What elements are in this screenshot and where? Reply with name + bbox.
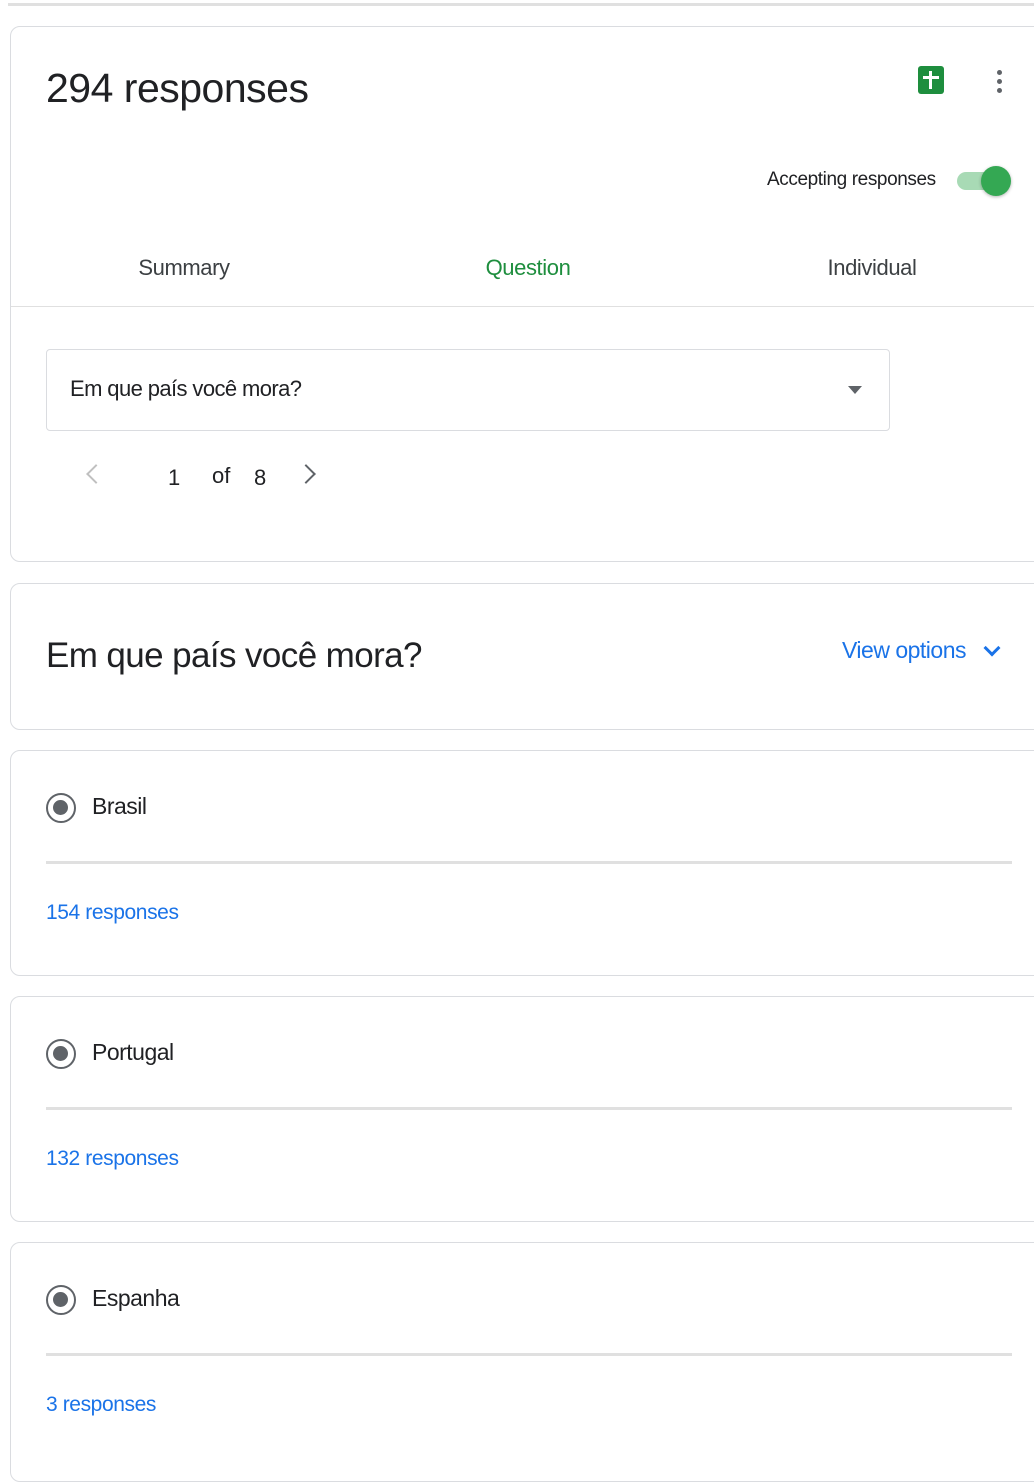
answer-response-count[interactable]: 3 responses: [46, 1393, 156, 1417]
answer-card-brasil: Brasil 154 responses: [10, 750, 1034, 976]
answer-label: Brasil: [92, 793, 147, 819]
chevron-down-icon[interactable]: [983, 639, 1001, 657]
tab-individual[interactable]: Individual: [828, 255, 917, 281]
answer-divider: [46, 1107, 1012, 1110]
pager-current: 1: [168, 465, 181, 490]
pager-total: 8: [254, 465, 267, 490]
response-tabs: Summary Question Individual: [11, 247, 1034, 307]
radio-selected-icon: [46, 793, 76, 823]
pager-of-label: of: [212, 463, 231, 488]
answer-divider: [46, 861, 1012, 864]
view-options-button[interactable]: View options: [842, 637, 967, 664]
answer-card-portugal: Portugal 132 responses: [10, 996, 1034, 1222]
question-pager: 1 of 8: [81, 457, 341, 497]
question-title-card: Em que país você mora? View options: [10, 583, 1034, 730]
answer-label: Espanha: [92, 1285, 180, 1311]
dropdown-caret-icon: [848, 386, 862, 394]
radio-selected-icon: [46, 1285, 76, 1315]
responses-header-card: 294 responses Accepting responses Summar…: [10, 26, 1034, 562]
chevron-left-icon[interactable]: [86, 464, 106, 484]
accepting-responses-toggle[interactable]: [957, 164, 1013, 196]
more-vert-icon[interactable]: [989, 65, 1009, 97]
answer-response-count[interactable]: 132 responses: [46, 1147, 179, 1171]
answer-card-espanha: Espanha 3 responses: [10, 1242, 1034, 1482]
active-tab-indicator: [451, 304, 611, 307]
tab-question[interactable]: Question: [486, 255, 571, 281]
chevron-right-icon[interactable]: [296, 464, 316, 484]
radio-selected-icon: [46, 1039, 76, 1069]
toggle-thumb: [981, 166, 1011, 196]
responses-title: 294 responses: [46, 65, 309, 111]
tab-summary[interactable]: Summary: [138, 255, 230, 281]
answer-label: Portugal: [92, 1039, 174, 1065]
accepting-responses-label: Accepting responses: [767, 169, 936, 190]
question-dropdown[interactable]: Em que país você mora?: [46, 349, 890, 431]
question-dropdown-value: Em que país você mora?: [70, 376, 302, 401]
answer-divider: [46, 1353, 1012, 1356]
google-sheets-icon[interactable]: [918, 66, 944, 94]
answer-response-count[interactable]: 154 responses: [46, 901, 179, 925]
top-divider: [8, 3, 1034, 6]
question-title: Em que país você mora?: [46, 636, 422, 675]
